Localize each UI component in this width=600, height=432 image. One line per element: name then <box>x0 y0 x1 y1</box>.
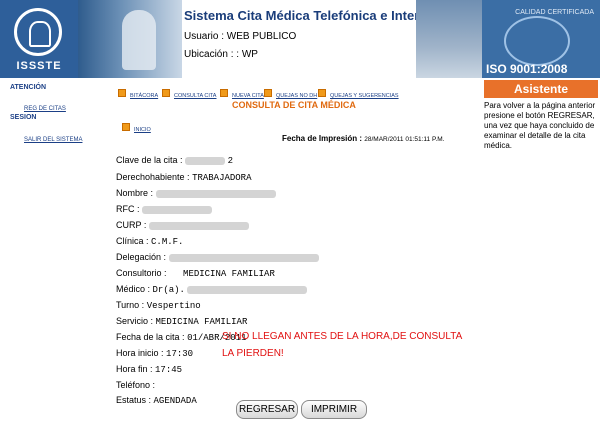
sidebar-section-atencion: ATENCIÓN <box>10 84 47 91</box>
field-hora-fin: Hora fin : 17:45 <box>116 364 182 375</box>
sidebar-item-label[interactable]: SALIR DEL SISTEMA <box>24 137 82 143</box>
field-value: C.M.F. <box>151 237 184 247</box>
field-label: Clínica : <box>116 236 149 246</box>
field-label: Clave de la cita : <box>116 155 183 165</box>
field-value: TRABAJADORA <box>192 173 252 183</box>
redacted-value <box>142 205 213 214</box>
field-value: Dr(a). <box>152 285 185 295</box>
field-label: Teléfono : <box>116 380 156 390</box>
field-clave: Clave de la cita : 2 <box>116 155 233 166</box>
user-label: Usuario : <box>184 31 225 42</box>
nav-consulta-cita[interactable]: CONSULTA CITA <box>162 84 216 102</box>
field-value: MEDICINA FAMILIAR <box>155 317 248 327</box>
redacted-value <box>168 253 319 262</box>
print-date: Fecha de Impresión : 28/MAR/2011 01:51:1… <box>282 134 444 143</box>
sidebar-item-label[interactable]: REG DE CITAS <box>24 106 66 112</box>
issste-emblem-icon <box>14 8 62 56</box>
field-label: Fecha de la cita : <box>116 332 185 342</box>
page-title: CONSULTA DE CITA MÉDICA <box>232 100 356 110</box>
field-label: Hora inicio : <box>116 348 164 358</box>
field-hora-inicio: Hora inicio : 17:30 <box>116 348 193 359</box>
logo-text: ISSSTE <box>16 60 62 72</box>
redacted-value <box>148 221 249 230</box>
iso-label: ISO 9001:2008 <box>486 62 568 76</box>
field-turno: Turno : Vespertino <box>116 300 201 311</box>
field-servicio: Servicio : MEDICINA FAMILIAR <box>116 316 247 327</box>
field-label: Consultorio : <box>116 268 167 278</box>
issste-logo: ISSSTE <box>0 0 78 78</box>
location-value: WP <box>241 49 258 60</box>
field-value: 17:45 <box>155 365 183 375</box>
nav-bullet-icon <box>162 88 170 97</box>
user-value: WEB PUBLICO <box>226 31 297 42</box>
sidebar-item-salir[interactable]: SALIR DEL SISTEMA <box>24 128 82 146</box>
assistant-help-text: Para volver a la página anterior presion… <box>484 101 596 150</box>
field-label: Hora fin : <box>116 364 153 374</box>
redacted-value <box>187 285 308 294</box>
header-photo <box>78 0 182 78</box>
regresar-button[interactable]: REGRESAR <box>236 400 298 419</box>
nav-bullet-icon <box>318 88 326 97</box>
assistant-header: Asistente <box>484 80 598 98</box>
redacted-value <box>155 189 276 198</box>
field-value: Vespertino <box>146 301 201 311</box>
sidebar-section-sesion: SESION <box>10 114 37 121</box>
redacted-value <box>185 156 226 165</box>
sidebar-item-reg-citas[interactable]: REG DE CITAS <box>24 97 66 115</box>
header-right-photo <box>416 0 482 78</box>
notice-line-2: LA PIERDEN! <box>222 348 284 359</box>
field-rfc: RFC : <box>116 204 213 214</box>
field-value: 2 <box>227 156 233 166</box>
field-label: Médico : <box>116 284 151 294</box>
field-label: Derechohabiente : <box>116 172 190 182</box>
app-title: Sistema Cita Médica Telefónica e Interne… <box>184 8 439 23</box>
nav-bullet-icon <box>118 88 126 97</box>
location-line: Ubicación : : WP <box>184 49 258 60</box>
nav-bullet-icon <box>122 122 130 131</box>
cert-label: CALIDAD CERTIFICADA <box>515 9 594 16</box>
field-estatus: Estatus : AGENDADA <box>116 395 197 406</box>
certification-banner: CALIDAD CERTIFICADA ISO 9001:2008 <box>482 0 600 78</box>
field-consultorio: Consultorio : MEDICINA FAMILIAR <box>116 268 275 279</box>
nav-bullet-icon <box>220 88 228 97</box>
field-derechohabiente: Derechohabiente : TRABAJADORA <box>116 172 252 183</box>
print-date-value: 28/MAR/2011 01:51:11 P.M. <box>364 136 445 143</box>
field-label: Estatus : <box>116 395 152 405</box>
field-value: AGENDADA <box>153 396 197 406</box>
field-clinica: Clínica : C.M.F. <box>116 236 183 247</box>
location-label: Ubicación : : <box>184 49 240 60</box>
doctor-photo-icon <box>122 10 156 70</box>
field-label: Servicio : <box>116 316 154 326</box>
nav-bullet-icon <box>264 88 272 97</box>
print-date-label: Fecha de Impresión : <box>282 134 363 143</box>
field-label: RFC : <box>116 204 140 214</box>
field-medico: Médico : Dr(a). <box>116 284 308 295</box>
field-label: CURP : <box>116 220 147 230</box>
field-curp: CURP : <box>116 220 249 230</box>
field-label: Turno : <box>116 300 145 310</box>
field-label: Nombre : <box>116 188 154 198</box>
globe-icon <box>504 16 570 66</box>
field-nombre: Nombre : <box>116 188 276 198</box>
field-value: 17:30 <box>166 349 194 359</box>
imprimir-button[interactable]: IMPRIMIR <box>301 400 367 419</box>
nav-bitacora[interactable]: BITÁCORA <box>118 84 158 102</box>
notice-line-1: SI NO LLEGAN ANTES DE LA HORA,DE CONSULT… <box>222 331 463 342</box>
nav-inicio[interactable]: INICIO <box>122 118 151 136</box>
field-label: Delegación : <box>116 252 167 262</box>
field-telefono: Teléfono : <box>116 380 155 391</box>
field-delegacion: Delegación : <box>116 252 319 262</box>
user-line: Usuario : WEB PUBLICO <box>184 31 296 42</box>
field-value: MEDICINA FAMILIAR <box>183 269 275 279</box>
warning-notice: SI NO LLEGAN ANTES DE LA HORA,DE CONSULT… <box>222 328 522 362</box>
